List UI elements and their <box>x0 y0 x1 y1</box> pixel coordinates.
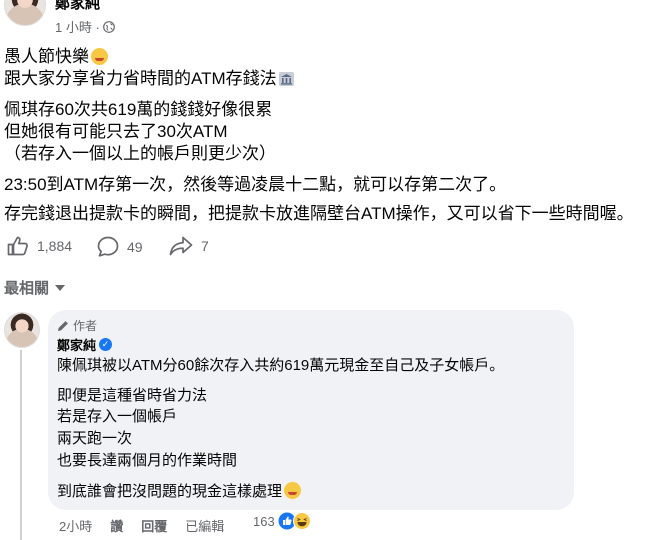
dot-separator: · <box>95 20 104 35</box>
comment-author-name[interactable]: 鄭家純 <box>57 335 96 354</box>
post-time-label: 1 小時 <box>55 20 92 35</box>
comment-line-6-text: 到底誰會把沒問題的現金這樣處理 <box>57 483 283 500</box>
author-badge-label: 作者 <box>73 319 98 333</box>
pencil-icon <box>58 320 68 331</box>
comment-line-4: 兩天跑一次 <box>57 430 133 447</box>
comment-like-link[interactable]: 讚 <box>110 516 123 535</box>
post-timestamp[interactable]: 1 小時 · <box>55 17 116 36</box>
comment-author-row: 鄭家純 ✓ <box>57 335 113 354</box>
comment-count: 49 <box>127 238 143 255</box>
grin-emoji-icon <box>284 482 302 499</box>
post-author-name[interactable]: 鄭家純 <box>55 0 100 13</box>
comment-line-2: 即便是這種省時省力法 <box>57 387 208 404</box>
thumbs-up-icon <box>7 236 28 256</box>
post-author-avatar[interactable] <box>4 0 46 26</box>
grin-emoji-icon <box>91 48 108 65</box>
sort-label: 最相關 <box>4 280 50 297</box>
post-line-3: 佩琪存60次共619萬的錢錢好像很累 <box>4 100 273 119</box>
post-line-6: 23:50到ATM存第一次，然後等過凌晨十二點，就可以存第二次了。 <box>4 175 507 194</box>
comment-reply-link[interactable]: 回覆 <box>141 516 167 535</box>
comment-line-3: 若是存入一個帳戶 <box>57 408 178 425</box>
comment-line-5: 也要長達兩個月的作業時間 <box>57 452 238 469</box>
author-badge: 作者 <box>57 317 97 334</box>
comment-edited-label[interactable]: 已編輯 <box>185 516 224 535</box>
post-line-2: 跟大家分享省力省時間的ATM存錢法 <box>4 67 294 91</box>
comment-time[interactable]: 2小時 <box>59 516 92 535</box>
like-count: 1,884 <box>37 238 73 254</box>
comment-bubble-icon <box>97 236 119 257</box>
post-line-2-text: 跟大家分享省力省時間的ATM存錢法 <box>4 69 277 88</box>
reply-thread-line <box>20 350 22 540</box>
share-action[interactable]: 7 <box>169 236 209 256</box>
globe-icon <box>103 21 116 33</box>
like-action[interactable]: 1,884 <box>7 236 72 256</box>
comment-author-avatar[interactable] <box>4 312 40 348</box>
post-line-5: （若存入一個以上的帳戶則更少次） <box>4 144 276 163</box>
post-line-7: 存完錢退出提款卡的瞬間，把提款卡放進隔壁台ATM操作，又可以省下一些時間喔。 <box>4 204 634 223</box>
post-line-4: 但她很有可能只去了30次ATM <box>4 122 228 141</box>
comment-footer: 2小時 讚 回覆 已編輯 <box>59 516 224 535</box>
bank-emoji-icon <box>278 72 294 86</box>
comment-line-6: 到底誰會把沒問題的現金這樣處理 <box>57 482 302 502</box>
share-arrow-icon <box>169 236 193 256</box>
verified-badge-icon: ✓ <box>99 338 113 351</box>
comment-action[interactable]: 49 <box>97 236 143 257</box>
reaction-count: 163 <box>253 513 275 529</box>
comment-reactions[interactable]: 163 <box>253 512 311 530</box>
comment-line-1: 陳佩琪被以ATM分60餘次存入共約619萬元現金至自己及子女帳戶。 <box>57 357 505 374</box>
caret-down-icon <box>55 284 66 291</box>
comment-sort-dropdown[interactable]: 最相關 <box>4 277 66 298</box>
share-count: 7 <box>201 238 209 254</box>
post-line-1-text: 愚人節快樂 <box>4 47 89 66</box>
haha-reaction-icon <box>292 512 311 530</box>
post-line-1: 愚人節快樂 <box>4 45 108 69</box>
